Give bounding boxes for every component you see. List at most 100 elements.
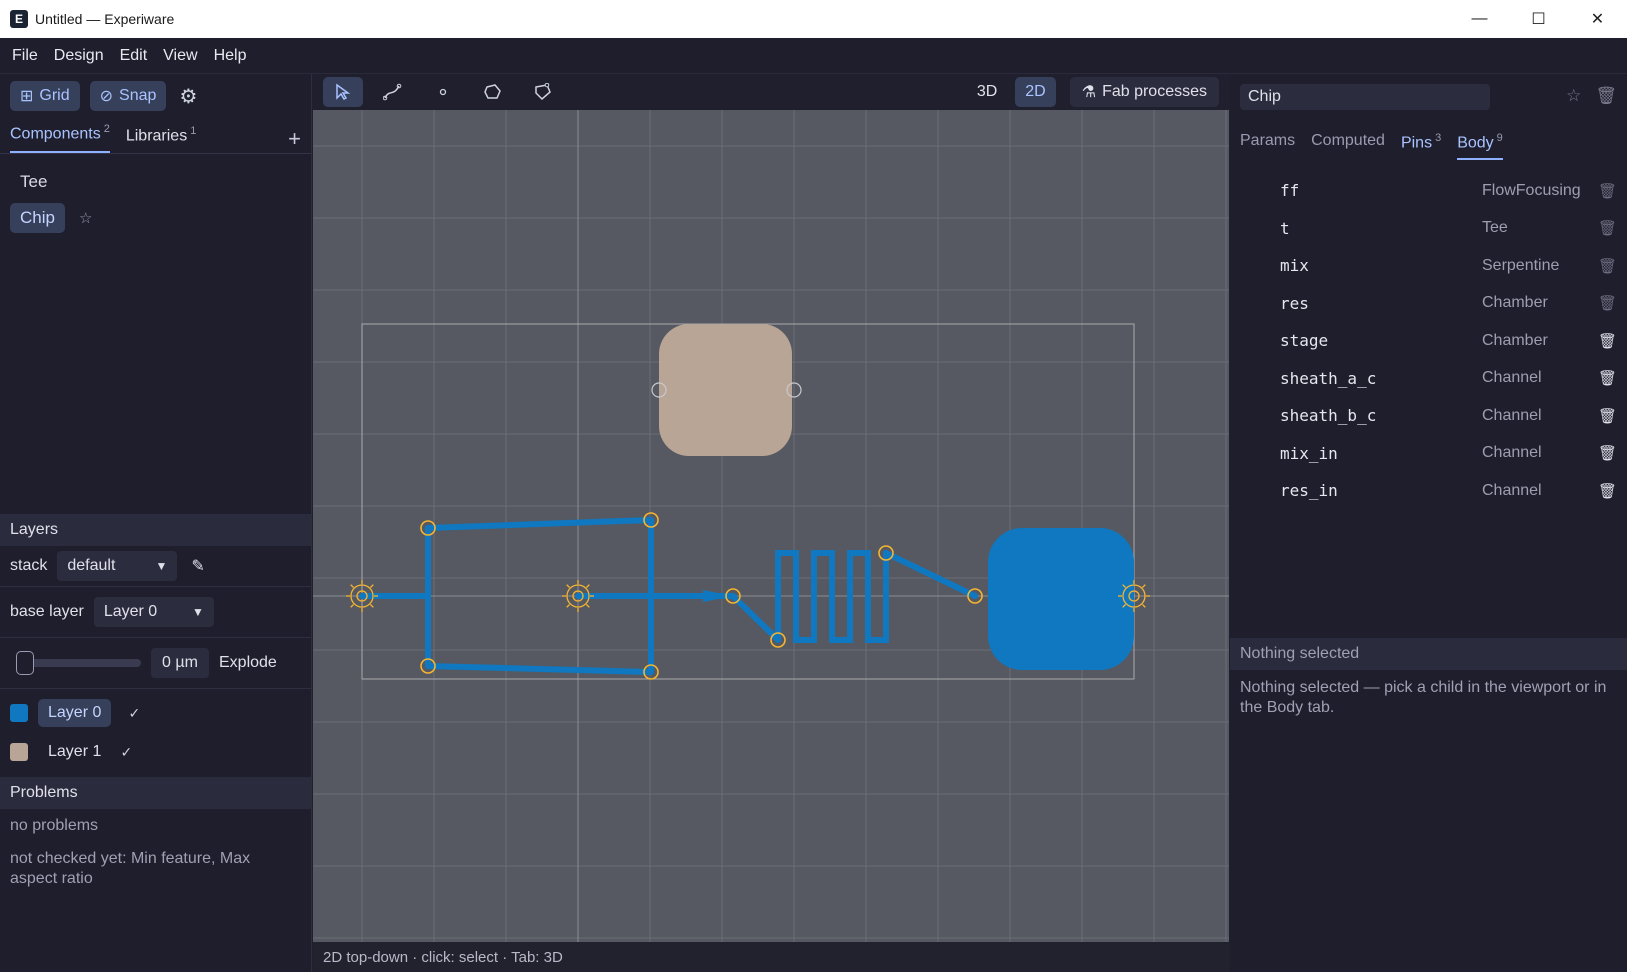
res-in-channel[interactable] [883, 550, 978, 599]
explode-value-field[interactable]: 0 µm [151, 648, 209, 678]
stage-chamber[interactable] [659, 324, 792, 456]
tab-computed[interactable]: Computed [1311, 132, 1385, 160]
grid-label: Grid [39, 87, 70, 104]
table-row[interactable]: t Tee 🗑 [1230, 210, 1627, 248]
channel[interactable] [730, 593, 781, 643]
trash-icon[interactable]: 🗑 [1595, 86, 1617, 106]
viewport-toolbar: 3D 2D ⚗ Fab processes [313, 74, 1229, 110]
body-list: ff FlowFocusing 🗑 t Tee 🗑 mix Serpentine 🗑 res… [1230, 172, 1627, 510]
layer-color-swatch[interactable] [10, 704, 28, 722]
stack-select[interactable]: default ▼ [57, 551, 178, 581]
magnet-icon: ⊘ [99, 88, 114, 105]
table-row[interactable]: sheath_b_c Channel 🗑 [1230, 397, 1627, 435]
serpentine-mixer[interactable] [775, 550, 889, 643]
component-tabs: Components 2 Libraries 1 + [0, 118, 311, 154]
sheath-b-channel[interactable] [425, 663, 654, 675]
tab-params[interactable]: Params [1240, 132, 1295, 160]
settings-gear-icon[interactable]: ⚙ [176, 84, 200, 108]
shape-edit-tool-icon[interactable] [523, 77, 563, 107]
tab-params-label: Params [1240, 132, 1296, 149]
problems-header: Problems [0, 777, 311, 809]
select-cursor-icon[interactable] [323, 77, 363, 107]
trash-icon[interactable]: 🗑 [1598, 369, 1617, 387]
list-item[interactable]: Tee [10, 164, 301, 200]
snap-toggle-button[interactable]: ⊘ Snap [89, 81, 167, 111]
trash-icon[interactable]: 🗑 [1598, 182, 1617, 200]
add-component-icon[interactable]: + [288, 126, 301, 152]
child-type: Chamber [1482, 294, 1548, 312]
edit-pencil-icon[interactable]: ✎ [191, 556, 204, 576]
child-type: Channel [1482, 481, 1542, 499]
menu-design[interactable]: Design [46, 47, 112, 65]
mode-2d-button[interactable]: 2D [1015, 77, 1056, 107]
table-row[interactable]: sheath_a_c Channel 🗑 [1230, 360, 1627, 398]
menu-view[interactable]: View [155, 47, 205, 65]
menu-file[interactable]: File [4, 47, 46, 65]
close-icon[interactable]: ✕ [1568, 0, 1627, 38]
trash-icon[interactable]: 🗑 [1598, 332, 1617, 350]
table-row[interactable]: mix Serpentine 🗑 [1230, 247, 1627, 285]
star-icon[interactable]: ☆ [1566, 86, 1581, 106]
caret-down-icon: ▼ [191, 605, 204, 619]
window-title: Untitled — Experiware [35, 11, 175, 27]
sheath-a-channel[interactable] [425, 517, 654, 531]
trash-icon[interactable]: 🗑 [1598, 444, 1617, 462]
list-item[interactable]: Chip ☆ [10, 200, 301, 236]
component-list: Tee Chip ☆ [0, 154, 311, 246]
point-tool-icon[interactable] [423, 77, 463, 107]
flask-icon: ⚗ [1081, 84, 1097, 101]
tab-libraries[interactable]: Libraries 1 [126, 125, 196, 153]
selection-hint: Nothing selected — pick a child in the v… [1240, 679, 1607, 716]
menu-edit[interactable]: Edit [112, 47, 156, 65]
selection-header: Nothing selected [1230, 638, 1627, 670]
tab-body[interactable]: Body 9 [1457, 132, 1503, 161]
design-canvas[interactable] [313, 110, 1229, 942]
trash-icon[interactable]: 🗑 [1598, 219, 1617, 237]
layer-color-swatch[interactable] [10, 743, 28, 761]
trash-icon[interactable]: 🗑 [1598, 257, 1617, 275]
caret-down-icon: ▼ [155, 559, 168, 573]
tab-pins[interactable]: Pins 3 [1401, 132, 1441, 160]
table-row[interactable]: res_in Channel 🗑 [1230, 472, 1627, 510]
visibility-check-icon[interactable]: ✓ [125, 704, 143, 722]
inspector-panel: Chip ☆ 🗑 Params Computed Pins 3 Body 9 ff F… [1230, 74, 1627, 972]
table-row[interactable]: res Chamber 🗑 [1230, 285, 1627, 323]
res-chamber[interactable] [988, 528, 1134, 670]
star-icon[interactable]: ☆ [79, 209, 92, 227]
child-name: sheath_b_c [1280, 406, 1377, 426]
explode-slider-thumb[interactable] [16, 651, 34, 675]
component-name: Tee [20, 172, 48, 191]
child-type: Channel [1482, 369, 1542, 387]
menu-help[interactable]: Help [206, 47, 255, 65]
component-name-field[interactable]: Chip [1240, 84, 1490, 110]
stack-value: default [67, 557, 116, 574]
tab-components-label: Components [10, 125, 101, 142]
maximize-icon[interactable]: ☐ [1509, 0, 1568, 38]
path-tool-icon[interactable] [373, 77, 413, 107]
tab-libraries-label: Libraries [125, 127, 188, 144]
viewport: 3D 2D ⚗ Fab processes 2D top-down · clic… [313, 74, 1229, 972]
child-type: Channel [1482, 406, 1542, 424]
fab-processes-button[interactable]: ⚗ Fab processes [1069, 77, 1219, 107]
grid-toggle-button[interactable]: ⊞ Grid [10, 81, 80, 111]
component-name: Chip [10, 203, 65, 233]
base-layer-value: Layer 0 [103, 603, 158, 620]
table-row[interactable]: mix_in Channel 🗑 [1230, 435, 1627, 473]
child-name: sheath_a_c [1280, 368, 1377, 388]
polygon-tool-icon[interactable] [473, 77, 513, 107]
mode-3d-button[interactable]: 3D [967, 77, 1007, 107]
explode-label: Explode [219, 654, 277, 671]
base-layer-select[interactable]: Layer 0 ▼ [93, 597, 214, 627]
explode-slider[interactable] [16, 651, 141, 675]
problems-note: not checked yet: Min feature, Max aspect… [10, 850, 251, 887]
layer-name[interactable]: Layer 1 [38, 738, 111, 766]
layer-name[interactable]: Layer 0 [38, 699, 112, 727]
trash-icon[interactable]: 🗑 [1598, 482, 1617, 500]
table-row[interactable]: stage Chamber 🗑 [1230, 322, 1627, 360]
trash-icon[interactable]: 🗑 [1598, 407, 1617, 425]
minimize-icon[interactable]: — [1450, 0, 1509, 38]
tab-components[interactable]: Components 2 [10, 123, 110, 153]
table-row[interactable]: ff FlowFocusing 🗑 [1230, 172, 1627, 210]
visibility-check-icon[interactable]: ✓ [117, 743, 135, 761]
trash-icon[interactable]: 🗑 [1598, 294, 1617, 312]
